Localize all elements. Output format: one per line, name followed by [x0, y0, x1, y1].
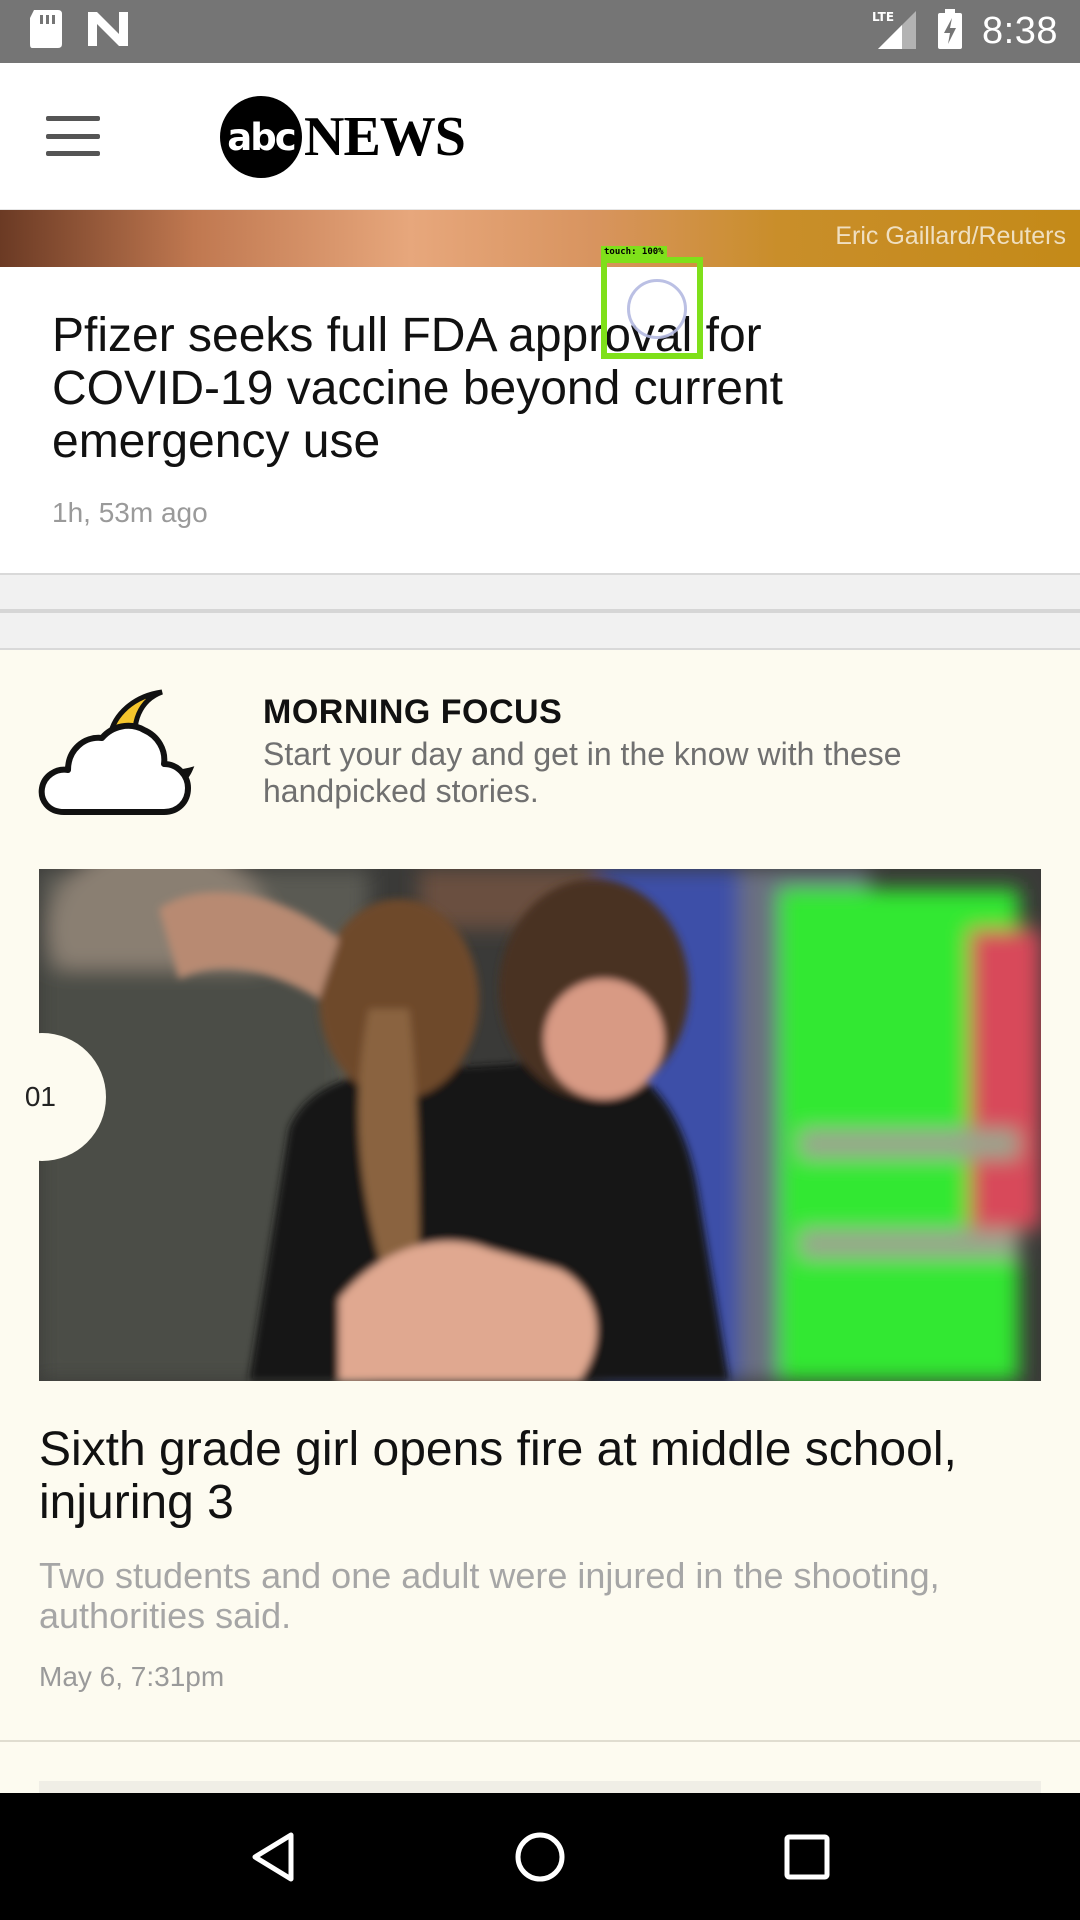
- home-icon[interactable]: [495, 1812, 585, 1902]
- sd-card-icon: [28, 10, 64, 53]
- svg-text:LTE: LTE: [872, 10, 894, 24]
- menu-line: [46, 133, 100, 139]
- section-divider: [0, 573, 1080, 650]
- next-story-card-edge[interactable]: [39, 1781, 1041, 1793]
- story-summary: Two students and one adult were injured …: [39, 1555, 940, 1636]
- top-story-card[interactable]: Pfizer seeks full FDA approval for COVID…: [0, 267, 1080, 573]
- section-divider-line: [0, 1740, 1080, 1742]
- cloud-moon-icon: [38, 688, 208, 818]
- top-story-headline[interactable]: Pfizer seeks full FDA approval for COVID…: [52, 309, 932, 468]
- menu-line: [46, 151, 100, 156]
- logo-news-text: NEWS: [304, 106, 466, 168]
- touch-ripple-icon: [627, 279, 687, 339]
- status-right: LTE 8:38: [872, 9, 1058, 54]
- navigation-bar: [0, 1793, 1080, 1920]
- story-time: May 6, 7:31pm: [39, 1661, 225, 1692]
- recents-icon[interactable]: [762, 1812, 852, 1902]
- n-notification-icon: [88, 12, 128, 51]
- top-story-time: 1h, 53m ago: [52, 497, 208, 528]
- logo-circle: abc: [220, 96, 302, 178]
- story-headline[interactable]: Sixth grade girl opens fire at middle sc…: [39, 1423, 1049, 1529]
- photo-credit: Eric Gaillard/Reuters: [835, 222, 1066, 250]
- morning-focus-title: MORNING FOCUS: [263, 693, 563, 731]
- status-bar: LTE 8:38: [0, 0, 1080, 63]
- hamburger-menu-icon[interactable]: [40, 108, 106, 164]
- story-image[interactable]: [39, 869, 1041, 1381]
- screen: LTE 8:38 abc NEWS Eric Gaillard/Reuters …: [0, 0, 1080, 1920]
- abc-news-logo[interactable]: abc NEWS: [220, 95, 466, 179]
- battery-charging-icon: [938, 9, 963, 54]
- lte-signal-icon: LTE: [872, 9, 918, 54]
- morning-focus-description: Start your day and get in the know with …: [263, 736, 902, 809]
- top-story-image[interactable]: Eric Gaillard/Reuters: [0, 210, 1080, 267]
- status-left: [28, 10, 128, 53]
- status-time: 8:38: [982, 10, 1058, 52]
- divider-line: [0, 609, 1080, 613]
- menu-line: [46, 116, 100, 121]
- morning-focus-section: MORNING FOCUS Start your day and get in …: [0, 650, 1080, 1793]
- app-bar: abc NEWS: [0, 63, 1080, 210]
- back-icon[interactable]: [228, 1812, 318, 1902]
- touch-indicator-box: [601, 257, 703, 359]
